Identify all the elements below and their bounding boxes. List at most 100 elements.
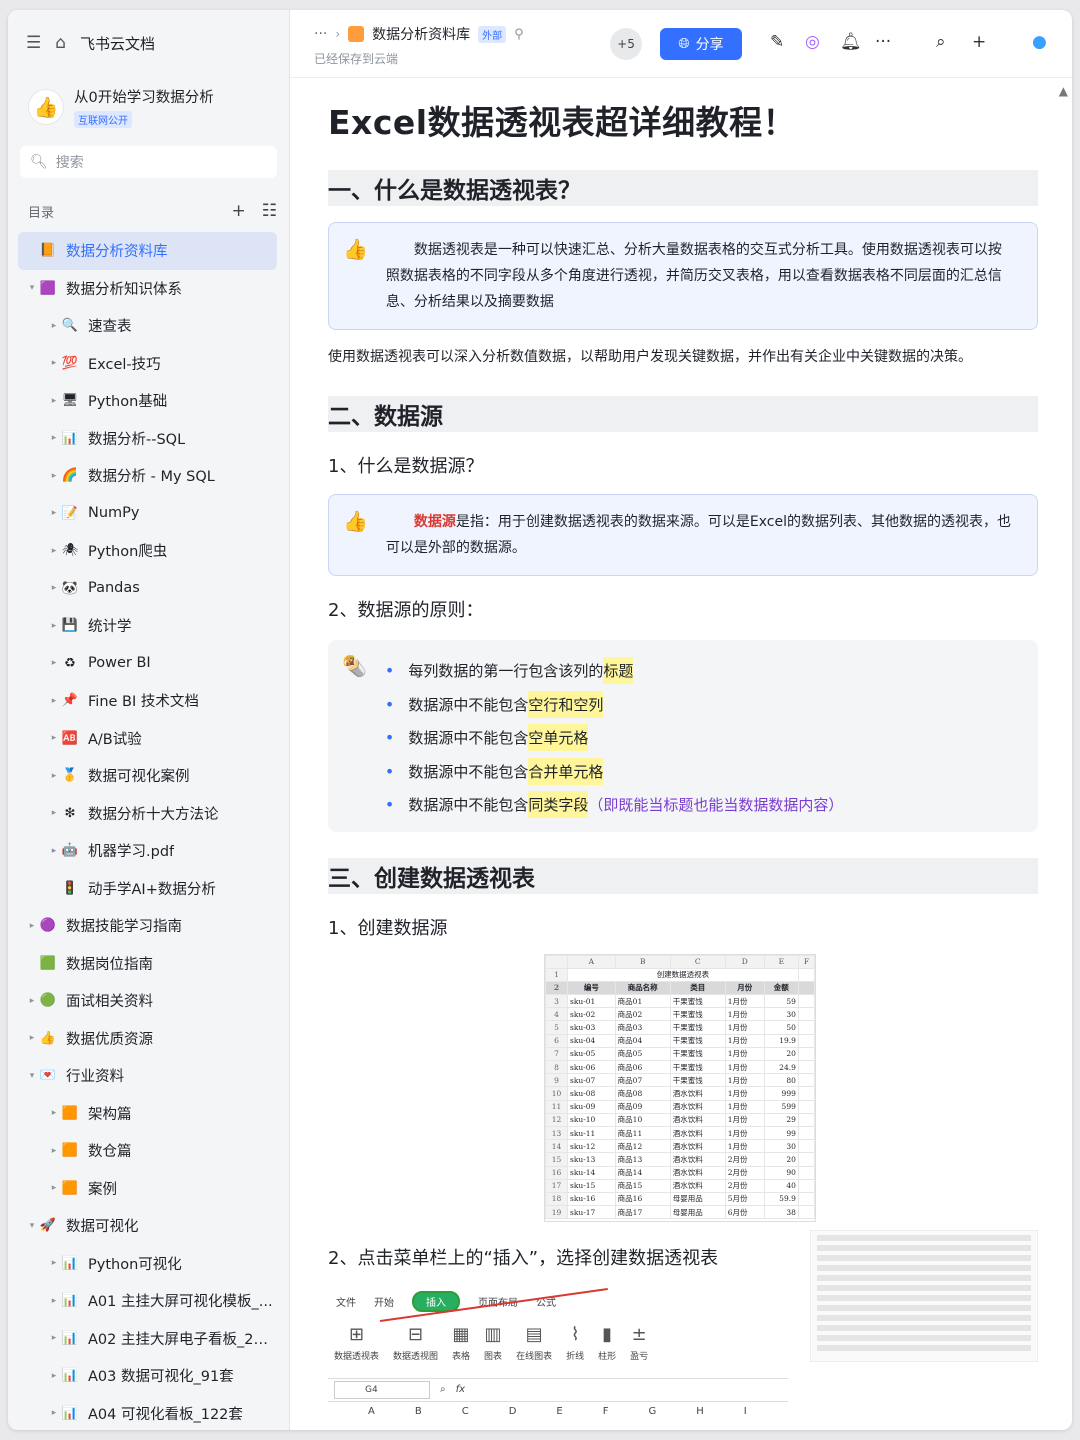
breadcrumb-doc-name[interactable]: 数据分析资料库 (372, 24, 470, 44)
expand-toggle-icon[interactable]: ▸ (48, 1333, 60, 1343)
sidebar-item[interactable]: ▸ 🟧 架构篇 (8, 1095, 289, 1133)
outline-list-icon[interactable]: ☷ (262, 201, 277, 221)
expand-toggle-icon[interactable]: ▸ (26, 996, 38, 1006)
expand-toggle-icon[interactable]: ▸ (48, 771, 60, 781)
avatar[interactable]: ● (1032, 32, 1047, 52)
expand-toggle-icon[interactable]: ▸ (48, 808, 60, 818)
space-header[interactable]: 👍 从0开始学习数据分析 互联网公开 (8, 76, 289, 128)
column-header: A (368, 1405, 375, 1417)
expand-toggle-icon[interactable]: ▸ (26, 1033, 38, 1043)
excel-ribbon-image[interactable]: 文件开始插入页面布局公式 ⊞数据透视表⊟数据透视图▦表格▥图表▤在线图表⌇折线▮… (328, 1287, 788, 1430)
sidebar-item[interactable]: ▸ 🆎 A/B试验 (8, 720, 289, 758)
sidebar-item[interactable]: ▸ 📊 A01 主挂大屏可视化模板_... (8, 1282, 289, 1320)
sidebar-item[interactable]: ▸ 📊 A03 数据可视化_91套 (8, 1357, 289, 1395)
search-doc-icon[interactable]: ⌕ (936, 32, 946, 52)
share-button[interactable]: 🌐︎ 分享 (660, 28, 742, 60)
expand-toggle-icon[interactable]: ▸ (48, 1108, 60, 1118)
sidebar-item[interactable]: ▸ 📊 A04 可视化看板_122套 (8, 1395, 289, 1431)
ribbon-tool[interactable]: ± 盈亏 (630, 1324, 648, 1362)
expand-toggle-icon[interactable]: ▸ (48, 321, 60, 331)
ribbon-tool[interactable]: ⌇ 折线 (566, 1324, 584, 1362)
expand-toggle-icon[interactable]: ▸ (48, 1371, 60, 1381)
expand-toggle-icon[interactable]: ▸ (26, 921, 38, 931)
ribbon-tool[interactable]: ▮ 柱形 (598, 1324, 616, 1362)
expand-toggle-icon[interactable]: ▾ (26, 283, 38, 293)
sidebar-item[interactable]: ▸ 🟣 数据技能学习指南 (8, 907, 289, 945)
sidebar-item[interactable]: ▸ 🟢 面试相关资料 (8, 982, 289, 1020)
sidebar-item[interactable]: ▸ 🤖 机器学习.pdf (8, 832, 289, 870)
add-icon[interactable]: + (232, 201, 246, 221)
sidebar-item[interactable]: ▸ 🕷 Python爬虫 (8, 532, 289, 570)
sidebar-item[interactable]: ▸ ♻ Power BI (8, 645, 289, 683)
ribbon-tool-label: 盈亏 (630, 1351, 649, 1362)
brand-name[interactable]: 飞书云文档 (80, 33, 155, 54)
expand-toggle-icon[interactable]: ▸ (48, 396, 60, 406)
sidebar-item[interactable]: ▸ 📊 A02 主挂大屏电子看板_20套 (8, 1320, 289, 1358)
pivot-dialog-thumbnail[interactable] (810, 1230, 1038, 1362)
expand-toggle-icon[interactable]: ▸ (48, 508, 60, 518)
more-options-icon[interactable]: ··· (875, 32, 891, 52)
expand-toggle-icon[interactable]: ▸ (48, 1296, 60, 1306)
ribbon-tool[interactable]: ▦ 表格 (452, 1324, 470, 1362)
sidebar-item[interactable]: ▸ 📊 数据分析--SQL (8, 420, 289, 458)
ribbon-tool[interactable]: ▥ 图表 (484, 1324, 502, 1362)
sidebar-item[interactable]: ▸ 🟧 数仓篇 (8, 1132, 289, 1170)
expand-toggle-icon[interactable]: ▸ (48, 733, 60, 743)
sidebar-item[interactable]: 📙 数据分析资料库 (18, 232, 277, 270)
sidebar-item[interactable]: ▸ 🌈 数据分析 - My SQL (8, 457, 289, 495)
expand-toggle-icon[interactable]: ▸ (48, 583, 60, 593)
sidebar-item[interactable]: ▸ 💯 Excel-技巧 (8, 345, 289, 383)
expand-toggle-icon[interactable]: ▸ (48, 1146, 60, 1156)
spreadsheet-image[interactable]: A B C D E F 1 创建数据透视表 2 编号 商品名称 类目 月份 金额 3 sku-01 商品01 干果… (544, 953, 816, 1222)
scroll-up-icon[interactable]: ▲ (1059, 84, 1068, 98)
sidebar-item[interactable]: ▸ 🐼 Pandas (8, 570, 289, 608)
sidebar-item[interactable]: 🟩 数据岗位指南 (8, 945, 289, 983)
sidebar-item[interactable]: ▾ 🟪 数据分析知识体系 (8, 270, 289, 308)
expand-toggle-icon[interactable]: ▸ (48, 1408, 60, 1418)
notification-bell-icon[interactable]: 🔔︎ (840, 32, 862, 52)
search-input[interactable]: 🔍︎ 搜索 (20, 146, 277, 178)
expand-toggle-icon[interactable]: ▸ (48, 1183, 60, 1193)
sidebar-item[interactable]: ▸ 🥇 数据可视化案例 (8, 757, 289, 795)
new-doc-icon[interactable]: + (972, 32, 986, 52)
sidebar-item[interactable]: ▸ 📌 Fine BI 技术文档 (8, 682, 289, 720)
expand-toggle-icon[interactable]: ▸ (48, 471, 60, 481)
sidebar-item[interactable]: ▸ ❇ 数据分析十大方法论 (8, 795, 289, 833)
ribbon-tool[interactable]: ⊟ 数据透视图 (393, 1324, 438, 1362)
search-placeholder: 搜索 (55, 155, 84, 171)
home-icon[interactable]: ⌂ (55, 33, 66, 53)
expand-toggle-icon[interactable]: ▸ (48, 846, 60, 856)
expand-toggle-icon[interactable]: ▸ (48, 546, 60, 556)
more-breadcrumb-button[interactable]: ··· (314, 26, 327, 42)
ribbon-tool[interactable]: ⊞ 数据透视表 (334, 1324, 379, 1362)
expand-toggle-icon[interactable]: ▸ (48, 658, 60, 668)
expand-toggle-icon[interactable]: ▸ (48, 433, 60, 443)
sidebar-item[interactable]: ▸ 📝 NumPy (8, 495, 289, 533)
ribbon-menu-item[interactable]: 开始 (374, 1294, 394, 1309)
sidebar-item[interactable]: ▸ 🔍 速查表 (8, 307, 289, 345)
expand-toggle-icon[interactable]: ▸ (48, 1258, 60, 1268)
pin-icon[interactable]: ⚲ (514, 27, 524, 42)
expand-toggle-icon[interactable]: ▸ (48, 696, 60, 706)
sidebar-item[interactable]: ▾ 🚀 数据可视化 (8, 1207, 289, 1245)
sidebar-item[interactable]: ▸ 📊 Python可视化 (8, 1245, 289, 1283)
expand-toggle-icon[interactable]: ▸ (48, 621, 60, 631)
sidebar-item[interactable]: ▸ 🟧 案例 (8, 1170, 289, 1208)
sidebar-item[interactable]: ▸ 👍 数据优质资源 (8, 1020, 289, 1058)
ribbon-tool-icon: ▮ (602, 1323, 613, 1345)
sidebar-item[interactable]: ▸ 💾 统计学 (8, 607, 289, 645)
ribbon-tool[interactable]: ▤ 在线图表 (516, 1324, 552, 1362)
ai-assistant-icon[interactable]: ◎ (805, 32, 820, 52)
edit-icon[interactable]: ✎ (770, 32, 784, 52)
sidebar-item[interactable]: 🚦 动手学AI+数据分析 (8, 870, 289, 908)
expand-toggle-icon[interactable]: ▾ (26, 1221, 38, 1231)
ribbon-menu-item[interactable]: 文件 (336, 1294, 356, 1309)
column-header: C (461, 1405, 469, 1417)
sidebar-item[interactable]: ▸ 🖥 Python基础 (8, 382, 289, 420)
expand-toggle-icon[interactable]: ▸ (48, 358, 60, 368)
cell: 2月份 (724, 1152, 765, 1167)
sidebar-item[interactable]: ▾ 💌 行业资料 (8, 1057, 289, 1095)
expand-toggle-icon[interactable]: ▾ (26, 1071, 38, 1081)
collapse-sidebar-icon[interactable]: ☰ (26, 33, 41, 53)
collaborators-badge[interactable]: +5 (610, 28, 642, 60)
